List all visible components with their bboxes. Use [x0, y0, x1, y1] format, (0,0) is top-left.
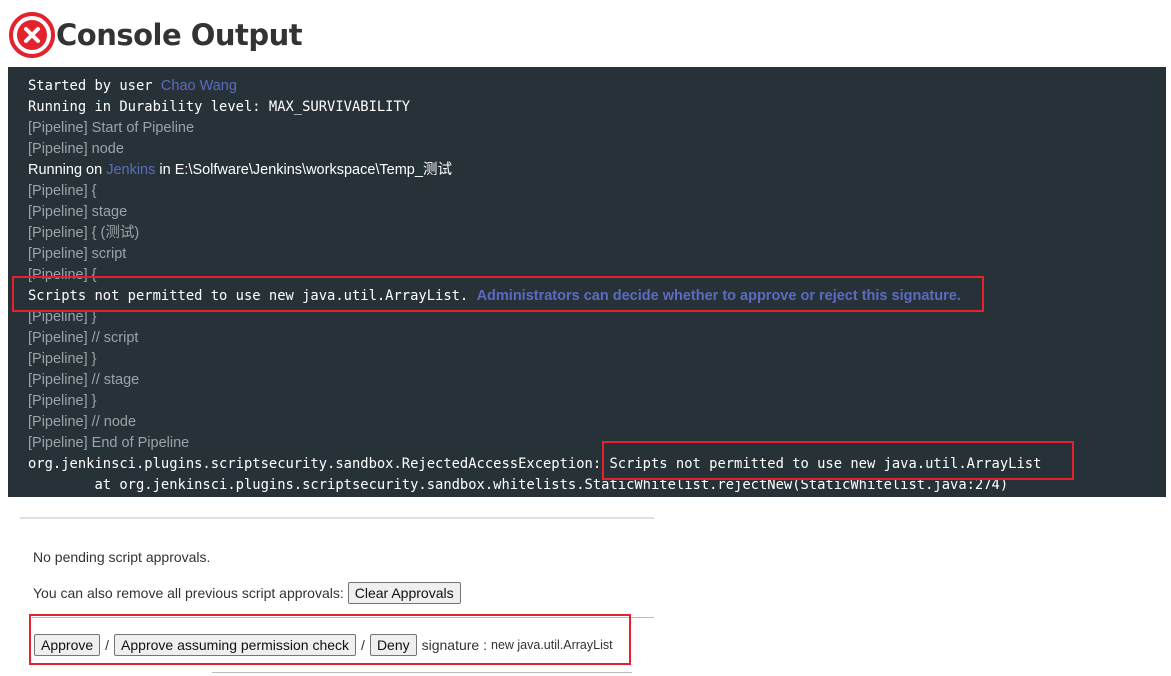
clear-approvals-row: You can also remove all previous script …: [33, 582, 461, 604]
console-line: [Pipeline] }: [28, 351, 97, 367]
deny-button[interactable]: Deny: [369, 634, 417, 656]
signature-value: new java.util.ArrayList: [491, 638, 613, 652]
console-line: [Pipeline] // node: [28, 414, 137, 430]
page-title: Console Output: [56, 18, 303, 52]
console-line: [Pipeline] // stage: [28, 372, 140, 388]
signature-label: signature :: [421, 637, 487, 653]
console-line: Running in Durability level: MAX_SURVIVA…: [28, 99, 411, 115]
console-line: [Pipeline] End of Pipeline: [28, 435, 190, 451]
console-line: [Pipeline] node: [28, 141, 124, 157]
console-line-exception: org.jenkinsci.plugins.scriptsecurity.san…: [28, 456, 1042, 472]
agent-link[interactable]: Jenkins: [106, 162, 155, 178]
console-line: Running on Jenkins in E:\Solfware\Jenkin…: [28, 162, 452, 178]
console-line: Started by user Chao Wang: [28, 78, 237, 94]
console-line-stacktrace: at org.jenkinsci.plugins.scriptsecurity.…: [28, 477, 1009, 493]
console-line: [Pipeline] }: [28, 393, 97, 409]
console-line: [Pipeline] stage: [28, 204, 128, 220]
console-line: [Pipeline] }: [28, 309, 97, 325]
approve-signature-link[interactable]: Administrators can decide whether to app…: [477, 288, 961, 304]
user-link[interactable]: Chao Wang: [161, 78, 237, 94]
console-line: [Pipeline] Start of Pipeline: [28, 120, 195, 136]
console-line: [Pipeline] {: [28, 267, 97, 283]
clear-approvals-button[interactable]: Clear Approvals: [347, 582, 461, 604]
no-pending-text: No pending script approvals.: [33, 549, 211, 565]
console-line: [Pipeline] // script: [28, 330, 139, 346]
console-line: [Pipeline] { (测试): [28, 225, 140, 241]
page-header: Console Output: [8, 10, 303, 60]
console-line: [Pipeline] {: [28, 183, 97, 199]
signature-approval-row: Approve / Approve assuming permission ch…: [34, 634, 613, 656]
divider: [32, 617, 654, 618]
approve-assuming-permission-check-button[interactable]: Approve assuming permission check: [114, 634, 357, 656]
console-line: [Pipeline] script: [28, 246, 127, 262]
failure-x-icon: [9, 12, 55, 58]
script-approvals-section: No pending script approvals. You can als…: [20, 517, 654, 604]
divider: [212, 672, 632, 673]
approve-button[interactable]: Approve: [34, 634, 101, 656]
console-output: Started by user Chao Wang Running in Dur…: [8, 67, 1166, 497]
console-line-error: Scripts not permitted to use new java.ut…: [28, 288, 961, 304]
